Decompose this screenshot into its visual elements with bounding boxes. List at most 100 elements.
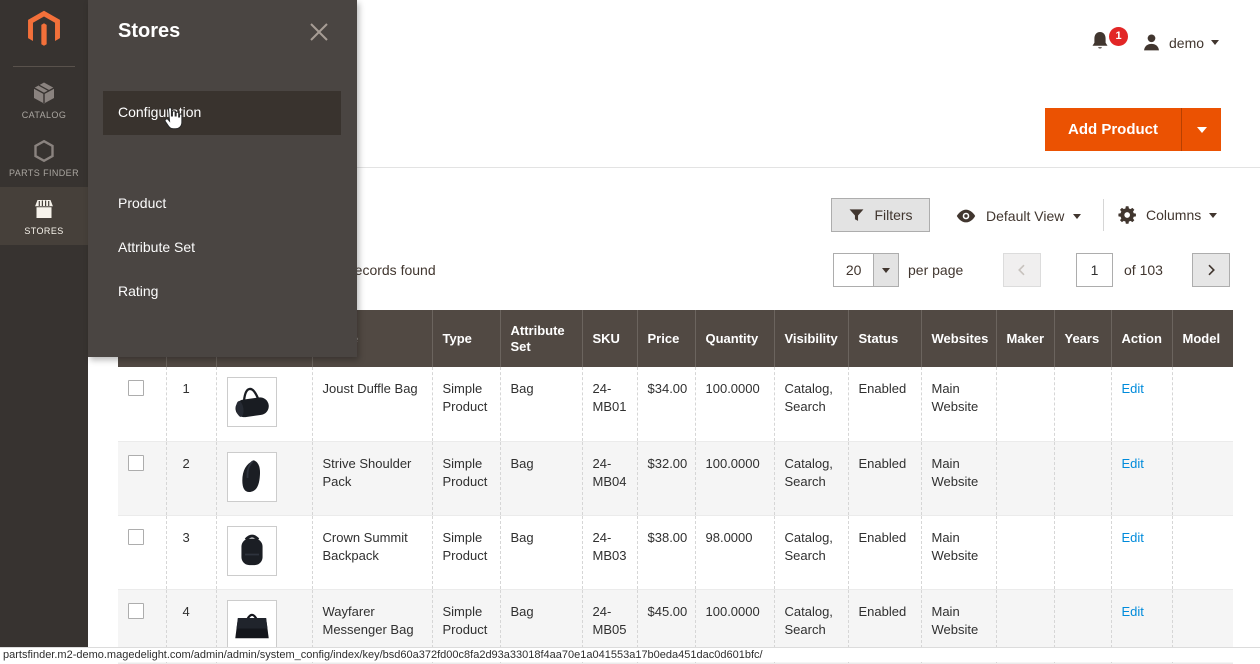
column-header-type[interactable]: Type bbox=[432, 310, 500, 367]
column-header-model[interactable]: Model bbox=[1172, 310, 1233, 367]
cell-maker bbox=[996, 367, 1054, 441]
magento-admin-products-page: 1 demo Add Product Filters Default bbox=[0, 0, 1260, 662]
add-product-button[interactable]: Add Product bbox=[1045, 108, 1181, 151]
cell-maker bbox=[996, 441, 1054, 515]
edit-link[interactable]: Edit bbox=[1122, 604, 1144, 619]
cell-quantity: 100.0000 bbox=[695, 367, 774, 441]
sidebar-item-label: STORES bbox=[2, 226, 86, 236]
cell-type: Simple Product bbox=[432, 367, 500, 441]
stores-flyout-menu: Stores Configuration Product Attribute S… bbox=[88, 0, 357, 357]
per-page-label: per page bbox=[908, 262, 963, 278]
row-checkbox[interactable] bbox=[128, 380, 144, 396]
row-checkbox[interactable] bbox=[128, 529, 144, 545]
table-row: 1Joust Duffle BagSimple ProductBag24-MB0… bbox=[118, 367, 1233, 441]
chevron-down-icon bbox=[882, 268, 890, 273]
add-product-split-button: Add Product bbox=[1045, 108, 1221, 151]
column-header-years[interactable]: Years bbox=[1054, 310, 1111, 367]
flyout-title: Stores bbox=[118, 20, 180, 43]
cell-model bbox=[1172, 367, 1233, 441]
cell-name: Strive Shoulder Pack bbox=[312, 441, 432, 515]
cell-type: Simple Product bbox=[432, 441, 500, 515]
cell-action: Edit bbox=[1111, 515, 1172, 589]
menu-item-rating[interactable]: Rating bbox=[118, 283, 158, 299]
column-header-quantity[interactable]: Quantity bbox=[695, 310, 774, 367]
column-header-maker[interactable]: Maker bbox=[996, 310, 1054, 367]
cell-id: 1 bbox=[166, 367, 216, 441]
menu-item-attribute-set[interactable]: Attribute Set bbox=[118, 239, 195, 255]
cell-sku: 24-MB03 bbox=[582, 515, 637, 589]
notifications-button[interactable]: 1 bbox=[1088, 30, 1124, 58]
page-number-input[interactable] bbox=[1076, 253, 1113, 287]
column-header-attribute_set[interactable]: Attribute Set bbox=[500, 310, 582, 367]
cell-id: 2 bbox=[166, 441, 216, 515]
cell-select bbox=[118, 441, 166, 515]
notification-count-badge: 1 bbox=[1109, 27, 1128, 46]
cell-years bbox=[1054, 515, 1111, 589]
column-header-price[interactable]: Price bbox=[637, 310, 695, 367]
columns-label: Columns bbox=[1146, 207, 1201, 223]
duffle-bag-image bbox=[227, 377, 277, 427]
sidebar-item-label: CATALOG bbox=[2, 110, 86, 120]
products-grid: IDNameTypeAttribute SetSKUPriceQuantityV… bbox=[118, 310, 1233, 664]
filters-button[interactable]: Filters bbox=[831, 198, 930, 232]
cell-websites: Main Website bbox=[921, 367, 996, 441]
table-row: 3Crown Summit BackpackSimple ProductBag2… bbox=[118, 515, 1233, 589]
row-checkbox[interactable] bbox=[128, 603, 144, 619]
sidebar-item-catalog[interactable]: CATALOG bbox=[0, 71, 88, 129]
cell-visibility: Catalog, Search bbox=[774, 515, 848, 589]
sidebar-item-parts-finder[interactable]: PARTS FINDER bbox=[0, 129, 88, 187]
chevron-left-icon bbox=[1014, 262, 1030, 278]
total-pages-label: of 103 bbox=[1124, 262, 1163, 278]
messenger-bag-image bbox=[227, 600, 277, 650]
cell-select bbox=[118, 515, 166, 589]
user-menu[interactable]: demo bbox=[1141, 32, 1219, 53]
default-view-dropdown[interactable]: Default View bbox=[955, 205, 1081, 227]
cell-id: 3 bbox=[166, 515, 216, 589]
previous-page-button[interactable] bbox=[1003, 253, 1041, 287]
cell-visibility: Catalog, Search bbox=[774, 367, 848, 441]
username-label: demo bbox=[1169, 35, 1204, 51]
cell-attribute_set: Bag bbox=[500, 441, 582, 515]
magento-logo[interactable] bbox=[0, 0, 88, 53]
default-view-label: Default View bbox=[986, 208, 1064, 224]
status-bar-url: partsfinder.m2-demo.magedelight.com/admi… bbox=[0, 647, 1260, 662]
storefront-icon bbox=[32, 197, 56, 221]
cell-visibility: Catalog, Search bbox=[774, 441, 848, 515]
cell-status: Enabled bbox=[848, 367, 921, 441]
cell-attribute_set: Bag bbox=[500, 367, 582, 441]
cell-name: Crown Summit Backpack bbox=[312, 515, 432, 589]
edit-link[interactable]: Edit bbox=[1122, 381, 1144, 396]
menu-item-product[interactable]: Product bbox=[118, 195, 166, 211]
column-header-visibility[interactable]: Visibility bbox=[774, 310, 848, 367]
column-header-sku[interactable]: SKU bbox=[582, 310, 637, 367]
backpack-image bbox=[227, 526, 277, 576]
filters-label: Filters bbox=[874, 207, 912, 223]
cell-thumbnail bbox=[216, 367, 312, 441]
column-header-action[interactable]: Action bbox=[1111, 310, 1172, 367]
column-header-status[interactable]: Status bbox=[848, 310, 921, 367]
column-header-websites[interactable]: Websites bbox=[921, 310, 996, 367]
per-page-dropdown-toggle[interactable] bbox=[873, 254, 898, 286]
cell-price: $34.00 bbox=[637, 367, 695, 441]
sidebar-item-label: PARTS FINDER bbox=[2, 168, 86, 178]
sidebar-item-stores[interactable]: STORES bbox=[0, 187, 88, 245]
columns-dropdown[interactable]: Columns bbox=[1118, 205, 1217, 225]
hand-cursor-icon bbox=[160, 106, 184, 132]
edit-link[interactable]: Edit bbox=[1122, 456, 1144, 471]
records-found-label: records found bbox=[350, 262, 436, 278]
next-page-button[interactable] bbox=[1192, 253, 1230, 287]
menu-item-configuration[interactable]: Configuration bbox=[103, 91, 341, 135]
add-product-dropdown-toggle[interactable] bbox=[1181, 108, 1221, 151]
cell-thumbnail bbox=[216, 515, 312, 589]
row-checkbox[interactable] bbox=[128, 455, 144, 471]
cell-model bbox=[1172, 515, 1233, 589]
cell-model bbox=[1172, 441, 1233, 515]
person-icon bbox=[1141, 32, 1162, 53]
chevron-down-icon bbox=[1211, 40, 1219, 45]
cell-thumbnail bbox=[216, 441, 312, 515]
per-page-select[interactable]: 20 bbox=[833, 253, 899, 287]
edit-link[interactable]: Edit bbox=[1122, 530, 1144, 545]
cell-years bbox=[1054, 367, 1111, 441]
close-icon[interactable] bbox=[308, 21, 330, 43]
cell-websites: Main Website bbox=[921, 441, 996, 515]
